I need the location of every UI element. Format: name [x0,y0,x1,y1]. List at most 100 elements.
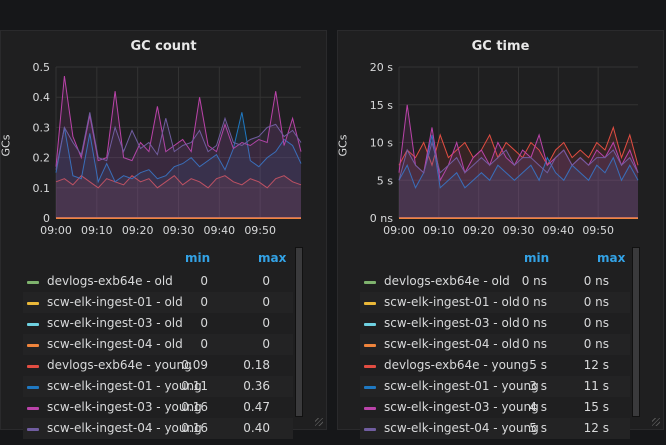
legend-header-max[interactable]: max [597,251,625,265]
series-color-swatch[interactable] [364,407,376,410]
legend-item[interactable]: devlogs-exb64e - young 0.09 0.18 [23,355,293,376]
legend-header-max[interactable]: max [258,251,286,265]
series-min: 0 ns [521,295,547,309]
series-max: 0 ns [583,316,609,330]
series-color-swatch[interactable] [364,281,376,284]
series-max: 15 s [583,400,609,414]
series-color-swatch[interactable] [27,344,39,347]
series-min: 0 ns [521,274,547,288]
x-tick-label: 09:00 [40,224,72,237]
series-max: 0 ns [583,274,609,288]
series-min: 4 s [529,400,547,414]
series-color-swatch[interactable] [27,281,39,284]
x-tick-label: 09:50 [582,224,614,237]
y-tick-label: 5 s [377,174,393,187]
legend-item[interactable]: scw-elk-ingest-01 - young 0.11 0.36 [23,376,293,397]
x-tick-label: 09:50 [244,224,276,237]
legend: min max devlogs-exb64e - old 0 ns 0 ns scw-el… [360,247,630,445]
legend-header: min max [360,247,630,271]
legend-header-min[interactable]: min [185,251,210,265]
legend-scrollbar[interactable] [632,247,640,417]
series-color-swatch[interactable] [364,365,376,368]
series-max: 0 [262,274,270,288]
series-color-swatch[interactable] [364,386,376,389]
series-color-swatch[interactable] [27,365,39,368]
series-min: 0 [200,295,208,309]
series-color-swatch[interactable] [27,302,39,305]
x-tick-label: 09:10 [423,224,455,237]
legend-item[interactable]: scw-elk-ingest-01 - old 0 ns 0 ns [360,292,630,313]
series-color-swatch[interactable] [27,323,39,326]
resize-handle-icon[interactable] [315,418,323,426]
series-max: 0.47 [243,400,270,414]
series-min: 0 ns [521,316,547,330]
series-max: 0.40 [243,421,270,435]
series-max: 12 s [583,358,609,372]
legend-item[interactable]: scw-elk-ingest-04 - young 0.16 0.40 [23,418,293,439]
legend-item[interactable]: scw-elk-ingest-04 - old 0 0 [23,334,293,355]
legend-item[interactable]: scw-elk-ingest-01 - young 3 s 11 s [360,376,630,397]
panel-gc-time: GC time GCs 0 ns 5 s 10 s 15 s 20 s 09:00 09:1… [336,30,664,439]
legend-header-min[interactable]: min [524,251,549,265]
series-name[interactable]: devlogs-exb64e - old [47,274,173,288]
x-tick-label: 09:20 [463,224,495,237]
series-name[interactable]: devlogs-exb64e - old [384,274,510,288]
legend-item[interactable]: devlogs-exb64e - young 5 s 12 s [360,355,630,376]
series-min: 0 ns [521,337,547,351]
series-min: 0.11 [181,379,208,393]
series-max: 0.18 [243,358,270,372]
gc-count-chart: 00.10.20.30.40.509:00 09:10 09:20 09:30 09:4… [33,61,302,237]
y-tick-label: 0.3 [33,121,51,134]
y-tick-label: 0.1 [33,182,51,195]
series-color-swatch[interactable] [27,428,39,431]
legend-header: min max [23,247,293,271]
legend: min max devlogs-exb64e - old 0 0 scw-elk-inge… [23,247,293,445]
series-color-swatch[interactable] [364,428,376,431]
series-min: 0.16 [181,400,208,414]
series-min: 0 [200,274,208,288]
x-tick-label: 09:20 [122,224,154,237]
series-max: 0 ns [583,295,609,309]
x-tick-label: 09:10 [81,224,113,237]
gc-time-chart: 0 ns5 s10 s15 s20 s09:00 09:10 09:20 09:30 0… [370,61,639,237]
y-tick-label: 20 s [370,61,393,74]
legend-item[interactable]: scw-elk-ingest-04 - young 5 s 12 s [360,418,630,439]
series-min: 0.09 [181,358,208,372]
x-tick-label: 09:30 [503,224,535,237]
legend-item[interactable]: scw-elk-ingest-04 - old 0 ns 0 ns [360,334,630,355]
series-color-swatch[interactable] [27,407,39,410]
series-max: 0 [262,337,270,351]
legend-item[interactable]: scw-elk-ingest-03 - old 0 ns 0 ns [360,313,630,334]
series-max: 0 ns [583,337,609,351]
series-min: 5 s [529,421,547,435]
x-tick-label: 09:40 [203,224,235,237]
series-max: 0.36 [243,379,270,393]
legend-item[interactable]: scw-elk-ingest-03 - young 0.16 0.47 [23,397,293,418]
resize-handle-icon[interactable] [652,418,660,426]
x-tick-label: 09:30 [163,224,195,237]
x-tick-label: 09:40 [542,224,574,237]
series-min: 0 [200,337,208,351]
series-color-swatch[interactable] [364,323,376,326]
y-tick-label: 0.2 [33,152,51,165]
series-min: 5 s [529,358,547,372]
y-tick-label: 15 s [370,99,393,112]
series-max: 0 [262,316,270,330]
series-color-swatch[interactable] [364,302,376,305]
series-min: 0.16 [181,421,208,435]
legend-item[interactable]: devlogs-exb64e - old 0 0 [23,271,293,292]
series-max: 11 s [583,379,609,393]
y-tick-label: 0.4 [33,91,51,104]
series-color-swatch[interactable] [364,344,376,347]
x-tick-label: 09:00 [383,224,415,237]
legend-item[interactable]: scw-elk-ingest-03 - old 0 0 [23,313,293,334]
panel-gc-count: GC count GCs 0 0.1 0.2 0.3 0.4 0.5 09:00 09:10 0… [0,30,327,439]
legend-item[interactable]: devlogs-exb64e - old 0 ns 0 ns [360,271,630,292]
y-tick-label: 10 s [370,137,393,150]
series-max: 0 [262,295,270,309]
legend-scrollbar[interactable] [295,247,303,417]
series-min: 0 [200,316,208,330]
legend-item[interactable]: scw-elk-ingest-01 - old 0 0 [23,292,293,313]
legend-item[interactable]: scw-elk-ingest-03 - young 4 s 15 s [360,397,630,418]
series-color-swatch[interactable] [27,386,39,389]
